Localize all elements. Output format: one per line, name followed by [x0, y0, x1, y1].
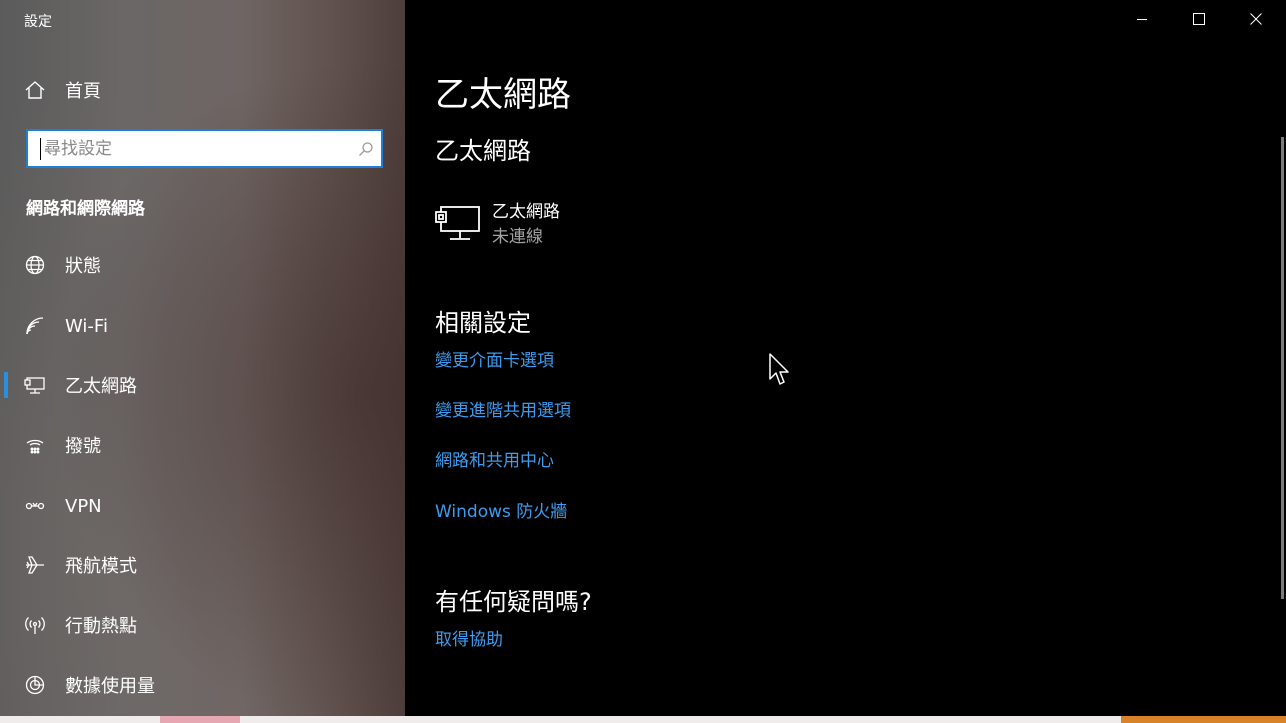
network-name: 乙太網路	[492, 202, 560, 222]
mouse-cursor-icon	[769, 353, 791, 387]
search-icon[interactable]	[351, 141, 381, 157]
sidebar-item-label: 行動熱點	[65, 616, 137, 637]
windows-firewall-link[interactable]: Windows 防火牆	[435, 497, 567, 522]
change-adapter-options-link[interactable]: 變更介面卡選項	[435, 346, 554, 371]
wifi-icon	[24, 315, 46, 337]
dialup-icon	[24, 434, 46, 456]
ethernet-monitor-icon	[435, 203, 481, 243]
globe-status-icon	[24, 254, 46, 276]
sidebar-item-dialup[interactable]: 撥號	[24, 425, 101, 465]
home-icon	[24, 79, 46, 101]
sidebar-item-vpn[interactable]: VPN	[24, 486, 102, 526]
sidebar-item-label: 乙太網路	[65, 376, 137, 397]
section-title: 乙太網路	[435, 137, 531, 165]
sidebar-item-label: Wi-Fi	[65, 315, 108, 337]
page-title: 乙太網路	[435, 75, 571, 115]
section-heading: 網路和網際網路	[26, 199, 145, 219]
maximize-button[interactable]	[1170, 0, 1227, 38]
sidebar-item-label: 飛航模式	[65, 556, 137, 577]
help-heading: 有任何疑問嗎?	[435, 588, 592, 616]
minimize-icon	[1136, 19, 1147, 20]
sidebar-item-status[interactable]: 狀態	[24, 245, 101, 285]
maximize-icon	[1192, 13, 1205, 25]
network-status: 未連線	[492, 227, 543, 247]
scrollbar[interactable]	[1281, 137, 1284, 599]
sidebar-item-label: VPN	[65, 495, 102, 517]
sidebar-item-label: 數據使用量	[65, 676, 155, 697]
airplane-icon	[24, 554, 46, 576]
selected-indicator	[4, 372, 8, 398]
sidebar-item-label: 撥號	[65, 436, 101, 457]
main-pane: 乙太網路 乙太網路 乙太網路 未連線 相關設定 變更介面卡選項 變更進階共用選項…	[405, 0, 1286, 716]
sidebar-item-label: 首頁	[65, 81, 101, 102]
close-button[interactable]	[1227, 0, 1284, 38]
change-advanced-sharing-link[interactable]: 變更進階共用選項	[435, 396, 571, 421]
minimize-button[interactable]	[1113, 0, 1170, 38]
sidebar-item-home[interactable]: 首頁	[24, 70, 101, 110]
desktop-bottom-strip	[0, 716, 1286, 723]
ethernet-icon	[24, 374, 46, 396]
sidebar-item-label: 狀態	[65, 256, 101, 277]
search-input[interactable]	[41, 131, 351, 166]
close-icon	[1249, 13, 1262, 25]
sidebar-item-ethernet[interactable]: 乙太網路	[24, 365, 137, 405]
sidebar-item-hotspot[interactable]: 行動熱點	[24, 605, 137, 645]
vpn-icon	[24, 495, 46, 517]
search-box[interactable]	[26, 129, 383, 168]
network-sharing-center-link[interactable]: 網路和共用中心	[435, 446, 554, 471]
sidebar-item-wifi[interactable]: Wi-Fi	[24, 306, 108, 346]
ethernet-connection[interactable]: 乙太網路 未連線	[435, 200, 560, 249]
sidebar-item-airplane[interactable]: 飛航模式	[24, 545, 137, 585]
app-title: 設定	[24, 14, 52, 30]
data-usage-icon	[24, 674, 46, 696]
related-settings-heading: 相關設定	[435, 309, 531, 337]
get-help-link[interactable]: 取得協助	[435, 625, 503, 650]
sidebar-item-data-usage[interactable]: 數據使用量	[24, 665, 155, 705]
hotspot-icon	[24, 614, 46, 636]
